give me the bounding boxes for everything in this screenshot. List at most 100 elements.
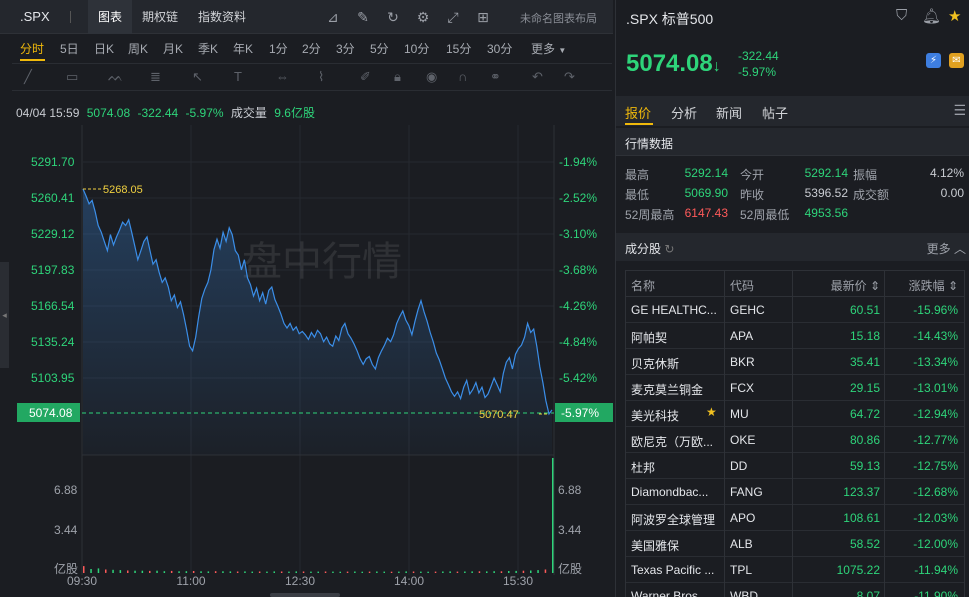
volume-bar (156, 570, 158, 573)
table-row[interactable]: 麦克莫兰铜金 FCX 29.15 -13.01% (626, 375, 964, 401)
cell-name: 阿帕契 (631, 331, 668, 345)
chevron-up-icon: ︿ (953, 242, 966, 256)
table-row[interactable]: 贝克休斯 BKR 35.41 -13.34% (626, 349, 964, 375)
cell-pct: -14.43% (913, 329, 958, 343)
components-header: 成分股 ↻ 更多 ︿ (616, 233, 969, 261)
price-tick-label: 5229.12 (31, 227, 75, 241)
cell-name: 阿波罗全球管理 (631, 513, 716, 527)
volume-bar (522, 570, 525, 573)
cell-price: 15.18 (849, 329, 880, 343)
tab-news[interactable]: 新闻 (716, 103, 742, 122)
bookmark-icon[interactable]: ⛉ (896, 7, 907, 24)
cell-name: 杜邦 (631, 461, 656, 475)
cell-code: APA (730, 329, 754, 343)
table-header: 名称 代码 最新价 ⇕ 涨跌幅 ⇕ (626, 271, 964, 297)
table-row[interactable]: Warner Bros... WBD 8.07 -11.90% (626, 583, 964, 597)
vol-tick-label: 6.88 (558, 483, 582, 497)
intraday-chart[interactable]: 盘中行情 5268.05 5070.47 5291.70 5260.41 5229.… (0, 0, 613, 597)
volume-bar (83, 566, 85, 573)
volume-bar (244, 571, 246, 573)
table-body: GE HEALTHC... GEHC 60.51 -15.96% 阿帕契 APA 15.18… (626, 297, 964, 597)
last-pct-tag-text: -5.97% (561, 406, 599, 420)
time-tick-label: 12:30 (285, 574, 315, 588)
tab-posts[interactable]: 帖子 (762, 103, 788, 122)
volume-bar (420, 571, 422, 573)
menu-icon[interactable]: ☰ (953, 102, 966, 119)
volume-bar (200, 571, 202, 573)
star-icon[interactable]: ★ (948, 7, 961, 25)
lightning-badge-icon[interactable]: ⚡ (926, 53, 941, 68)
table-row[interactable]: 欧尼克（万欧... OKE 80.86 -12.77% (626, 427, 964, 453)
volume-bar (427, 571, 429, 573)
more-button[interactable]: 更多 ︿ (927, 240, 966, 257)
price-tick-label: 5260.41 (31, 191, 75, 205)
volume-bar (185, 571, 188, 573)
time-tick-label: 15:30 (503, 574, 533, 588)
cell-code: DD (730, 459, 748, 473)
volume-bar (339, 571, 341, 573)
col-price[interactable]: 最新价 ⇕ (796, 277, 880, 294)
cell-pct: -12.75% (913, 459, 958, 473)
column-divider (724, 271, 725, 597)
col-name[interactable]: 名称 (631, 277, 721, 294)
volume-bar (302, 571, 305, 573)
price-axis-labels: 5291.70 5260.41 5229.12 5197.83 5166.54 5135.… (31, 155, 75, 385)
table-row[interactable]: 阿波罗全球管理 APO 108.61 -12.03% (626, 505, 964, 531)
table-row[interactable]: Diamondbac... FANG 123.37 -12.68% (626, 479, 964, 505)
cell-price: 8.07 (856, 589, 880, 597)
volume-bar (493, 571, 495, 573)
table-row[interactable]: 阿帕契 APA 15.18 -14.43% (626, 323, 964, 349)
volume-bar (317, 571, 319, 573)
volume-bar (288, 571, 290, 573)
cell-price: 1075.22 (836, 563, 880, 577)
table-row[interactable]: GE HEALTHC... GEHC 60.51 -15.96% (626, 297, 964, 323)
cell-pct: -11.90% (914, 589, 958, 597)
tab-analysis[interactable]: 分析 (671, 103, 697, 122)
quote-panel: .SPX 标普500 ⛉ 🔔︎ ★ 5074.08↓ -322.44 -5.97… (615, 0, 969, 597)
volume-bar (214, 571, 217, 573)
volume-bar (273, 571, 275, 573)
price-change: -322.44 -5.97% (738, 48, 779, 80)
volume-bar (530, 570, 532, 573)
table-row[interactable]: 美国雅保 ALB 58.52 -12.00% (626, 531, 964, 557)
cell-name: Warner Bros... (631, 589, 708, 597)
quote-tabs: 报价 分析 新闻 帖子 ☰ (616, 96, 969, 126)
market-data-value: 6147.43 (684, 206, 728, 220)
cell-code: APO (730, 511, 756, 525)
market-data-header: 行情数据 (616, 128, 969, 156)
bell-icon[interactable]: 🔔︎ (922, 7, 941, 25)
time-tick-label: 11:00 (176, 574, 205, 588)
tab-quote[interactable]: 报价 (625, 103, 651, 122)
chat-badge-icon[interactable]: ✉ (949, 53, 964, 68)
col-pct[interactable]: 涨跌幅 ⇕ (888, 277, 958, 294)
app-window: .SPX 图表 期权链 指数资料 ⊿ ✎ ↻ ⚙ ⤢ ⊞ 未命名图表布局 分时 … (0, 0, 969, 597)
volume-bar (456, 571, 459, 573)
cell-code: WBD (730, 589, 758, 597)
volume-bar (361, 571, 363, 573)
volume-bar (537, 570, 539, 573)
volume-bar (478, 571, 481, 573)
volume-bar (376, 571, 378, 573)
cell-pct: -12.03% (913, 511, 958, 525)
volume-bar (105, 569, 107, 573)
price-tick-label: 5197.83 (31, 263, 75, 277)
refresh-icon[interactable]: ↻ (664, 242, 674, 256)
pct-tick-label: -5.42% (559, 371, 597, 385)
table-row[interactable]: 美光科技 MU 64.72 -12.94% ★ (626, 401, 964, 427)
collapse-handle[interactable]: ◂ (0, 262, 9, 368)
last-price-value: 5074.08 (626, 50, 713, 77)
volume-bar (134, 570, 136, 573)
cell-code: ALB (730, 537, 753, 551)
volume-bar (119, 570, 122, 573)
col-code[interactable]: 代码 (730, 277, 790, 294)
market-data-value: 4953.56 (804, 206, 848, 220)
volume-bar (368, 571, 371, 573)
volume-bar (449, 571, 451, 573)
table-row[interactable]: 杜邦 DD 59.13 -12.75% (626, 453, 964, 479)
table-row[interactable]: Texas Pacific ... TPL 1075.22 -11.94% (626, 557, 964, 583)
time-axis-labels: 09:30 11:00 12:30 14:00 15:30 (67, 574, 533, 588)
chart-scrollbar[interactable] (270, 593, 340, 597)
last-price: 5074.08↓ (626, 50, 721, 78)
market-data-value: 5069.90 (684, 186, 728, 200)
column-divider (884, 271, 885, 597)
